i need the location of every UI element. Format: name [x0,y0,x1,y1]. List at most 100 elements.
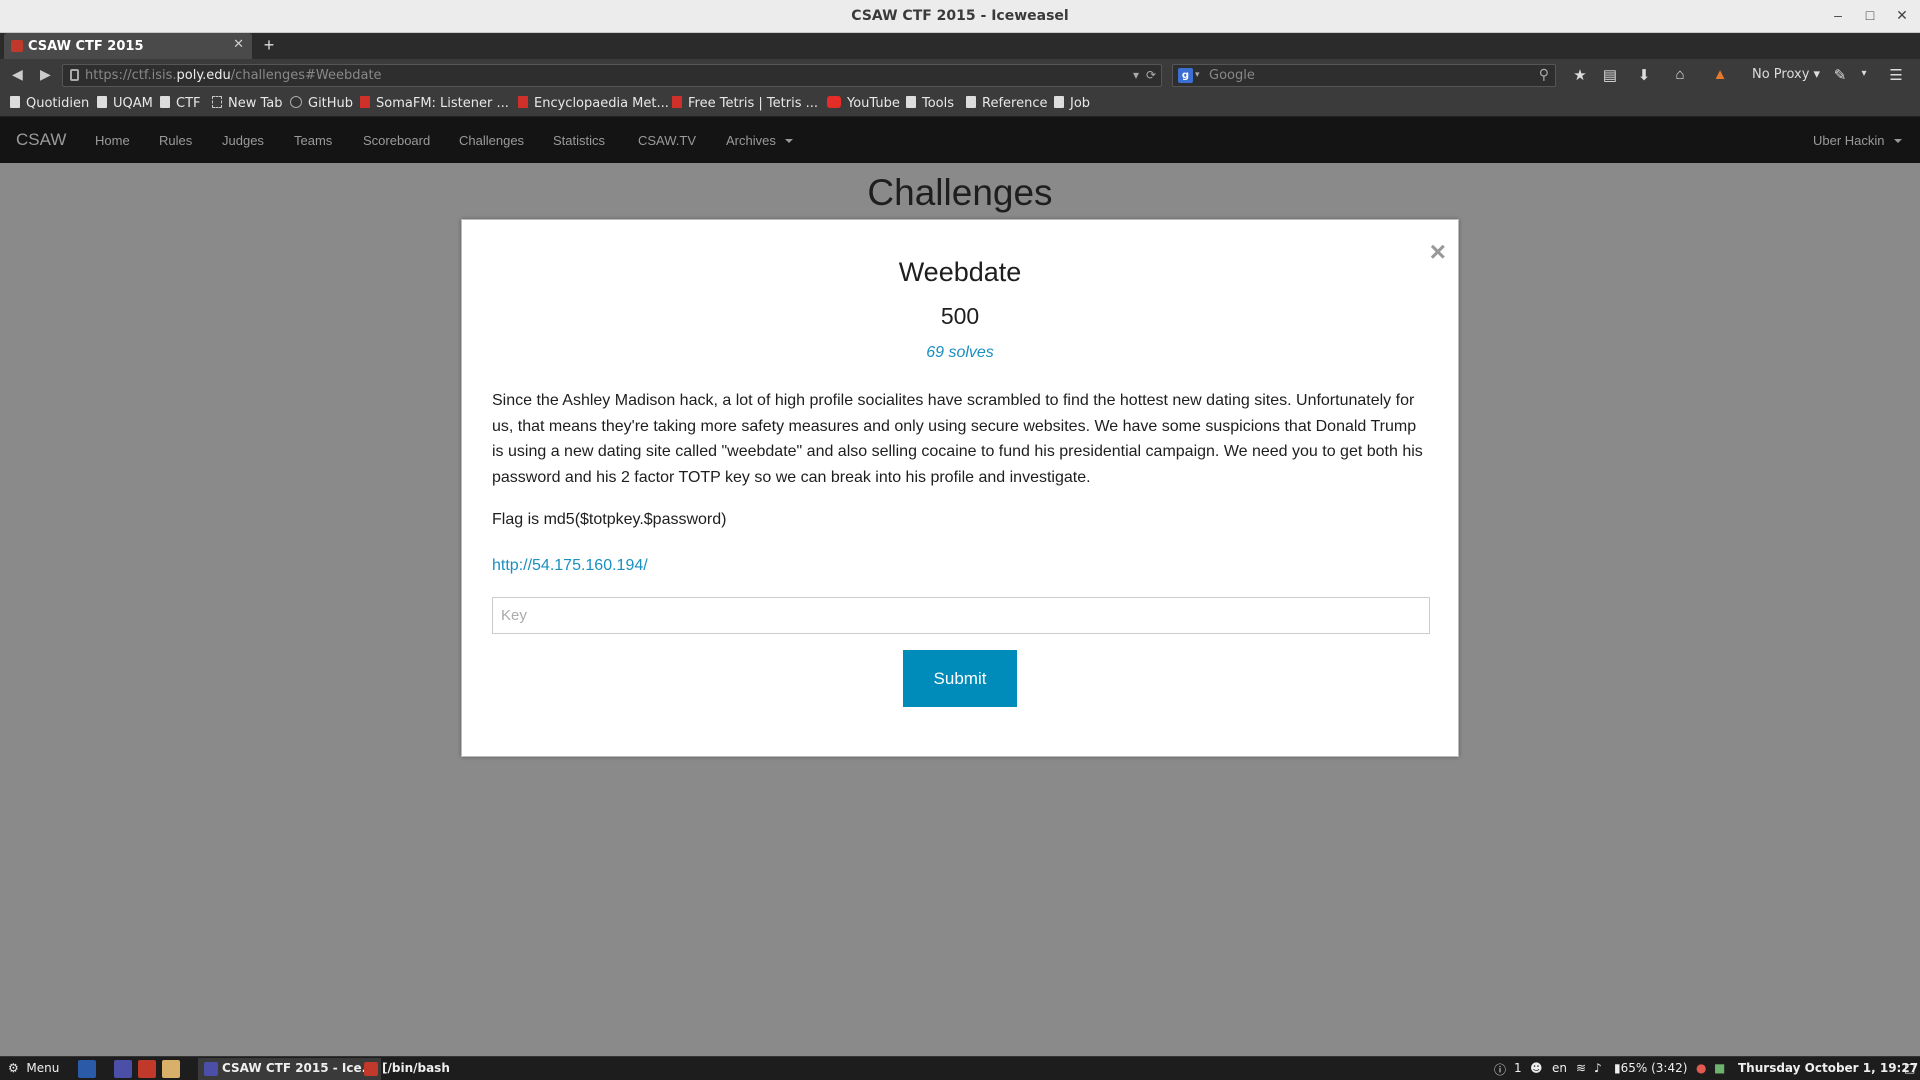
engine-dropdown-icon[interactable]: ▾ [1195,65,1200,86]
bookmark-label: Quotidien [26,96,90,111]
challenge-modal: × Weebdate 500 69 solves Since the Ashle… [461,219,1459,757]
clock[interactable]: Thursday October 1, 19:27 [1738,1061,1918,1075]
battery-indicator[interactable]: ▮65% (3:42) [1614,1061,1687,1075]
flame-icon[interactable]: ▲ [1710,66,1730,83]
taskbar-window-terminal[interactable]: [/bin/bash [358,1058,456,1080]
show-desktop-icon[interactable]: □ [1904,1061,1915,1075]
bookmark-ctf[interactable]: CTF [160,96,201,111]
user-menu[interactable]: Uber Hackin [1813,133,1902,148]
bookmark-new-tab[interactable]: New Tab [212,96,283,111]
bookmark-label: GitHub [308,96,354,111]
url-domain: poly.edu [176,68,231,83]
taskbar-window-browser[interactable]: CSAW CTF 2015 - Ice... [198,1058,382,1080]
menu-icon[interactable]: ☰ [1886,66,1906,84]
new-tab-button[interactable]: + [256,35,282,57]
somafm-icon [360,96,370,108]
csaw-favicon-icon [11,40,23,52]
chevron-down-icon [1893,139,1902,143]
notification-count: 1 [1514,1061,1522,1075]
chat-icon[interactable]: ● [1696,1061,1706,1075]
bookmarks-bar: Quotidien UQAM CTF New Tab GitHub SomaFM… [0,92,1920,117]
clipboard-icon[interactable]: ▤ [1600,66,1620,84]
browser-app-icon [204,1062,218,1076]
download-icon[interactable]: ⬇ [1634,66,1654,84]
files-launcher-icon[interactable] [162,1060,180,1078]
bookmark-label: Job [1070,96,1091,111]
site-brand[interactable]: CSAW [16,130,66,150]
back-icon[interactable]: ◀ [12,66,23,83]
url-bar[interactable]: https://ctf.isis. poly.edu/challenges#Wee… [62,64,1162,87]
taskbar-window-label: [/bin/bash [382,1061,450,1075]
menu-label: Menu [26,1061,60,1075]
page-icon [212,96,222,108]
nav-home[interactable]: Home [95,133,130,148]
bookmark-label: SomaFM: Listener ... [376,96,509,111]
google-engine-icon[interactable]: g [1178,68,1193,83]
terminal-launcher-icon[interactable] [138,1060,156,1078]
bookmark-tools[interactable]: Tools [906,96,954,111]
challenge-solves[interactable]: 69 solves [462,344,1458,362]
keyboard-language[interactable]: en [1552,1061,1567,1075]
bookmark-uqam[interactable]: UQAM [97,96,153,111]
nav-archives[interactable]: Archives [726,133,793,148]
key-input[interactable] [492,597,1430,634]
bookmark-quotidien[interactable]: Quotidien [10,96,89,111]
wifi-icon[interactable]: ≋ [1576,1061,1586,1075]
home-icon[interactable]: ⌂ [1670,66,1690,83]
bookmark-label: Reference [982,96,1048,111]
bookmark-somafm[interactable]: SomaFM: Listener ... [360,96,509,111]
maximize-icon[interactable]: □ [1860,7,1880,23]
close-window-icon[interactable]: ✕ [1892,7,1912,24]
volume-icon[interactable]: ♪ [1594,1061,1602,1075]
nav-judges[interactable]: Judges [222,133,264,148]
github-icon [290,96,302,108]
nav-challenges[interactable]: Challenges [459,133,524,148]
nav-statistics[interactable]: Statistics [553,133,605,148]
browser-launcher-icon[interactable] [114,1060,132,1078]
pen-dropdown-icon[interactable]: ▾ [1854,68,1874,79]
page-title: Challenges [867,172,1053,213]
lock-icon [70,69,79,81]
forward-icon[interactable]: ▶ [40,66,51,83]
nav-scoreboard[interactable]: Scoreboard [363,133,430,148]
search-bar[interactable]: g ▾ Google ⚲ [1172,64,1556,87]
bookmark-encyclopaedia[interactable]: Encyclopaedia Met... [518,96,669,111]
chevron-down-icon [784,139,793,143]
bookmark-reference[interactable]: Reference [966,96,1047,111]
terminal-app-icon [364,1062,378,1076]
submit-button[interactable]: Submit [903,650,1017,707]
reload-icon[interactable]: ⟳ [1146,68,1156,82]
browser-tab-active[interactable]: CSAW CTF 2015 ✕ [4,33,252,59]
notification-icon[interactable]: ⓘ [1494,1061,1506,1078]
challenge-link[interactable]: http://54.175.160.194/ [492,557,648,575]
tetris-icon [672,96,682,108]
desktop-launcher-icon[interactable] [78,1060,96,1078]
update-icon[interactable]: ■ [1714,1061,1725,1075]
bookmark-label: CTF [176,96,201,111]
encyclopaedia-icon [518,96,528,108]
tab-close-icon[interactable]: ✕ [233,37,244,52]
bookmark-github[interactable]: GitHub [290,96,353,111]
star-icon[interactable]: ★ [1570,66,1590,84]
pen-icon[interactable]: ✎ [1830,66,1850,84]
start-menu[interactable]: ⚙ Menu [8,1061,59,1075]
site-navbar: CSAW Home Rules Judges Teams Scoreboard … [0,117,1920,163]
bookmark-job[interactable]: Job [1054,96,1090,111]
bookmark-label: Free Tetris | Tetris ... [688,96,819,111]
nav-csaw-tv[interactable]: CSAW.TV [638,133,696,148]
nav-rules[interactable]: Rules [159,133,192,148]
user-icon[interactable]: ☻ [1530,1061,1543,1075]
bookmark-label: UQAM [113,96,153,111]
proxy-selector[interactable]: No Proxy ▾ [1752,67,1820,82]
search-placeholder: Google [1209,68,1255,83]
search-icon[interactable]: ⚲ [1539,65,1549,86]
bookmark-tetris[interactable]: Free Tetris | Tetris ... [672,96,818,111]
folder-icon [160,96,170,108]
youtube-icon [827,96,841,108]
bookmark-label: Encyclopaedia Met... [534,96,669,111]
url-dropdown-icon[interactable]: ▾ [1133,68,1139,82]
bookmark-youtube[interactable]: YouTube [827,96,900,111]
nav-teams[interactable]: Teams [294,133,332,148]
challenge-points: 500 [940,303,980,329]
minimize-icon[interactable]: – [1828,7,1848,23]
